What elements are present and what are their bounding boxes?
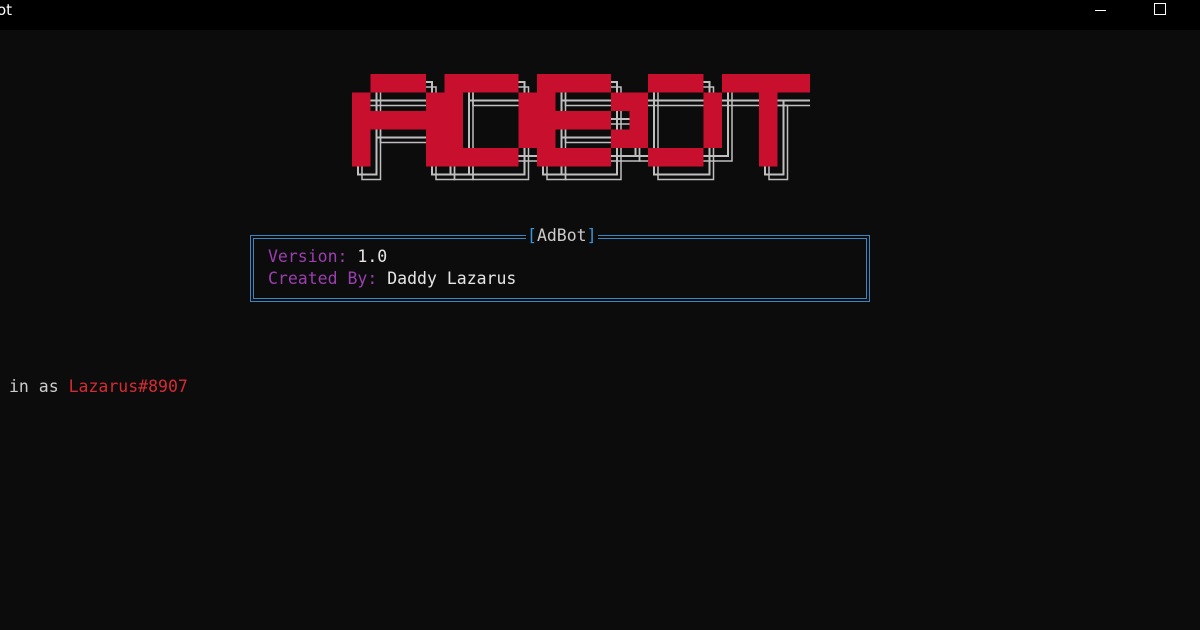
banner-fill-block [370,74,426,93]
banner-fill-block [463,148,519,167]
banner-fill-block [444,74,463,167]
maximize-button[interactable] [1137,0,1183,30]
banner-fill-block [463,74,519,93]
banner-fill-block [555,74,611,93]
version-row: Version: 1.0 [268,247,387,267]
adbot-banner-art [352,74,810,181]
banner-fill-block [722,74,810,93]
window-title: ot [0,1,13,19]
banner-fill-block [759,92,778,167]
banner-fill [352,74,810,167]
status-prefix: in as [9,377,59,396]
banner-fill-block [703,92,722,148]
status-username: Lazarus#8907 [68,377,188,396]
minimize-icon [1094,10,1106,11]
banner-fill-block [611,129,630,148]
title-bracket-open: [ [527,226,537,245]
version-value: 1.0 [357,247,388,266]
banner-fill-block [426,92,445,167]
info-box-title-text: AdBot [536,226,587,245]
version-key: Version: [268,247,348,266]
minimize-button[interactable] [1077,0,1123,30]
banner-fill-block [537,74,556,167]
maximize-icon [1154,3,1166,15]
login-status-line: in as Lazarus#8907 [9,377,188,397]
title-bar[interactable]: ot [0,0,1200,30]
banner-fill-block [518,92,537,148]
adbot-ascii-banner [350,66,810,196]
title-bracket-close: ] [586,226,597,245]
created-by-key: Created By: [268,269,378,288]
banner-fill-block [555,111,611,130]
banner-fill-block [611,92,630,111]
created-by-value: Daddy Lazarus [387,269,517,288]
created-by-row: Created By: Daddy Lazarus [268,269,516,289]
banner-fill-block [648,148,704,167]
terminal-window: ot [AdBot] Version: 1.0 Created By: Dadd… [0,0,1200,630]
info-box: [AdBot] Version: 1.0 Created By: Daddy L… [250,226,870,302]
banner-fill-block [648,74,704,93]
banner-fill-block [370,111,426,130]
banner-fill-block [555,148,611,167]
banner-fill-block [352,92,371,167]
banner-fill-block [629,92,648,148]
info-box-title: [AdBot] [526,226,598,246]
